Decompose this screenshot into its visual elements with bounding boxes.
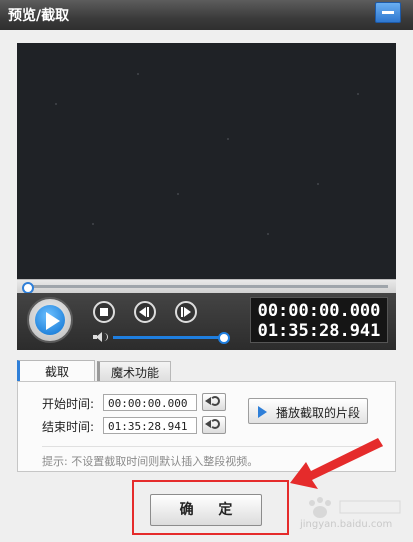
play-segment-button[interactable]: 播放截取的片段 — [248, 398, 368, 424]
seek-track — [25, 285, 388, 288]
stop-button[interactable] — [93, 301, 115, 323]
divider — [42, 446, 383, 447]
tab-clip[interactable]: 截取 — [17, 360, 95, 382]
set-start-button[interactable] — [202, 393, 226, 411]
tab-bar: 截取 魔术功能 — [17, 360, 396, 382]
play-button[interactable] — [27, 297, 73, 343]
end-time-input[interactable]: 01:35:28.941 — [103, 417, 197, 434]
end-time-label: 结束时间: — [42, 420, 95, 434]
start-time-input[interactable]: 00:00:00.000 — [103, 394, 197, 411]
minimize-button[interactable] — [375, 2, 401, 23]
volume-handle[interactable] — [218, 332, 230, 344]
watermark: jingyan.baidu.com — [300, 495, 410, 535]
stop-icon — [100, 308, 108, 316]
tab-magic[interactable]: 魔术功能 — [97, 361, 171, 382]
confirm-button[interactable]: 确 定 — [150, 494, 262, 526]
clip-panel: 开始时间: 00:00:00.000 结束时间: 01:35:28.941 播放… — [17, 381, 396, 472]
hint-text: 提示: 不设置截取时间则默认插入整段视频。 — [42, 455, 259, 468]
next-frame-button[interactable] — [175, 301, 197, 323]
title-bar: 预览/截取 — [0, 0, 413, 30]
play-icon — [258, 406, 267, 418]
total-time: 01:35:28.941 — [257, 321, 381, 341]
next-icon — [184, 307, 191, 317]
minimize-icon — [382, 11, 394, 14]
prev-frame-button[interactable] — [134, 301, 156, 323]
play-icon — [46, 312, 60, 330]
watermark-text: jingyan.baidu.com — [300, 519, 393, 530]
play-segment-label: 播放截取的片段 — [276, 406, 361, 420]
time-display: 00:00:00.000 01:35:28.941 — [250, 297, 388, 343]
current-time: 00:00:00.000 — [257, 301, 381, 321]
set-end-button[interactable] — [202, 416, 226, 434]
start-time-label: 开始时间: — [42, 397, 95, 411]
volume-slider[interactable] — [113, 336, 225, 339]
window-title: 预览/截取 — [8, 8, 70, 24]
prev-icon — [139, 307, 146, 317]
volume-icon[interactable] — [93, 332, 108, 342]
paw-logo-icon — [309, 497, 401, 518]
video-preview[interactable] — [17, 43, 396, 279]
player-controls: 00:00:00.000 01:35:28.941 — [17, 293, 396, 350]
